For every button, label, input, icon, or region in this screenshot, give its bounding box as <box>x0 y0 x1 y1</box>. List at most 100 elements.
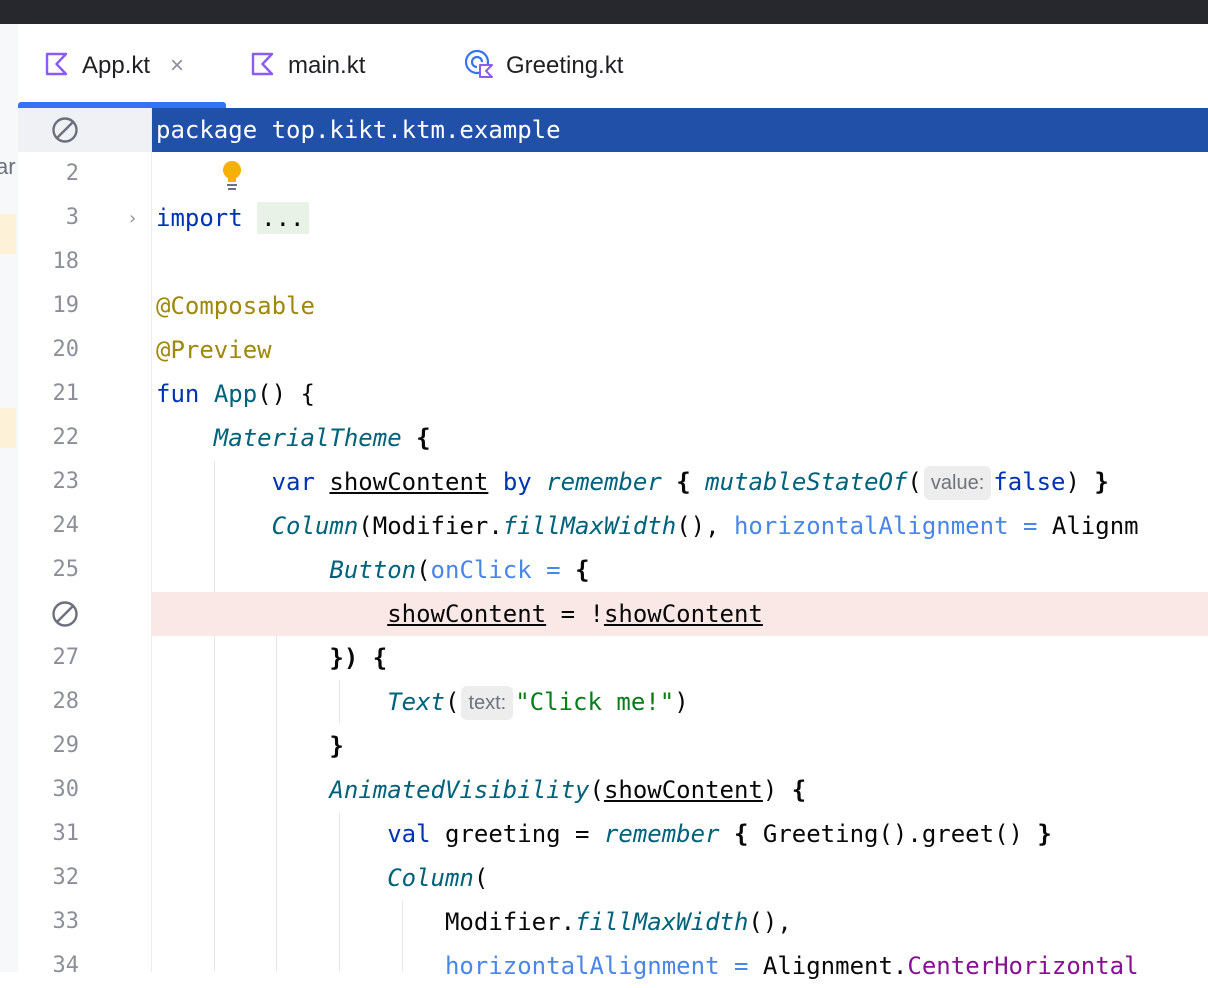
named-argument: onClick <box>430 556 532 584</box>
gutter-cell[interactable]: 32 <box>18 856 151 900</box>
gutter-cell[interactable]: 23 <box>18 460 151 504</box>
code-text[interactable]: Column( <box>156 856 488 900</box>
keyword: var <box>271 468 315 496</box>
disabled-breakpoint-icon[interactable] <box>51 116 79 144</box>
code-text[interactable]: @Preview <box>156 328 272 372</box>
keyword: val <box>387 820 431 848</box>
code-text[interactable]: Button(onClick = { <box>156 548 589 592</box>
code-line[interactable]: 22 MaterialTheme { <box>18 416 1208 460</box>
gutter-cell[interactable]: 20 <box>18 328 151 372</box>
gutter-cell[interactable]: 30 <box>18 768 151 812</box>
code-line[interactable]: 20 @Preview <box>18 328 1208 372</box>
parameter-hint: value: <box>923 466 992 500</box>
gutter-cell[interactable]: 34 <box>18 944 151 988</box>
code-line[interactable]: 27 }) { <box>18 636 1208 680</box>
left-strip-marker <box>0 408 16 448</box>
line-number: 24 <box>52 513 80 538</box>
code-text[interactable]: showContent = !showContent <box>156 592 763 636</box>
code-line[interactable]: showContent = !showContent <box>18 592 1208 636</box>
code-text[interactable]: package top.kikt.ktm.example <box>156 108 561 152</box>
lightbulb-icon[interactable] <box>218 158 246 192</box>
code-text[interactable]: }) { <box>156 636 387 680</box>
code-line[interactable]: 31 val greeting = remember { Greeting().… <box>18 812 1208 856</box>
gutter-cell[interactable]: 18 <box>18 240 151 284</box>
code-line[interactable]: 23 var showContent by remember { mutable… <box>18 460 1208 504</box>
close-icon[interactable]: × <box>170 52 184 80</box>
fold-chevron-right-icon[interactable]: › <box>129 208 136 229</box>
line-number: 22 <box>52 425 80 450</box>
token: = ! <box>546 600 604 628</box>
gutter-cell[interactable]: 19 <box>18 284 151 328</box>
code-text[interactable]: MaterialTheme { <box>156 416 431 460</box>
gutter-cell[interactable]: 28 <box>18 680 151 724</box>
code-text[interactable]: @Composable <box>156 284 315 328</box>
disabled-breakpoint-icon[interactable] <box>51 600 79 628</box>
code-text[interactable]: val greeting = remember { Greeting().gre… <box>156 812 1052 856</box>
gutter-cell[interactable]: 2 <box>18 152 151 196</box>
function-call: Column <box>387 864 474 892</box>
code-line[interactable]: 33 Modifier.fillMaxWidth(), <box>18 900 1208 944</box>
code-line[interactable]: 2 <box>18 152 1208 196</box>
folded-imports-placeholder[interactable]: ... <box>257 202 309 234</box>
code-text[interactable]: Modifier.fillMaxWidth(), <box>156 900 792 944</box>
gutter-cell[interactable]: 27 <box>18 636 151 680</box>
code-line[interactable]: 30 AnimatedVisibility(showContent) { <box>18 768 1208 812</box>
code-line[interactable]: 25 Button(onClick = { <box>18 548 1208 592</box>
gutter-cell[interactable]: 21 <box>18 372 151 416</box>
kotlin-file-icon <box>250 51 276 82</box>
gutter-cell[interactable]: 3 › <box>18 196 151 240</box>
code-line[interactable]: 24 Column(Modifier.fillMaxWidth(), horiz… <box>18 504 1208 548</box>
code-text[interactable]: horizontalAlignment = Alignment.CenterHo… <box>156 944 1139 988</box>
code-text[interactable]: } <box>156 724 343 768</box>
gutter-cell[interactable] <box>18 592 151 636</box>
gutter-cell[interactable] <box>18 108 151 152</box>
function-call: AnimatedVisibility <box>329 776 590 804</box>
code-text[interactable]: fun App() { <box>156 372 315 416</box>
gutter-cell[interactable]: 22 <box>18 416 151 460</box>
named-argument: = <box>733 952 749 980</box>
gutter-cell[interactable]: 24 <box>18 504 151 548</box>
code-line[interactable]: 19 @Composable <box>18 284 1208 328</box>
code-line[interactable]: 18 <box>18 240 1208 284</box>
code-text[interactable]: var showContent by remember { mutableSta… <box>156 460 1109 504</box>
code-text[interactable]: Text(text: "Click me!") <box>156 680 689 724</box>
variable: showContent <box>387 600 547 628</box>
code-text[interactable]: AnimatedVisibility(showContent) { <box>156 768 806 812</box>
code-line[interactable]: package top.kikt.ktm.example <box>18 108 1208 152</box>
gutter-cell[interactable]: 25 <box>18 548 151 592</box>
function-name: App <box>213 380 258 408</box>
code-text[interactable]: Column(Modifier.fillMaxWidth(), horizont… <box>156 504 1139 548</box>
code-editor[interactable]: package top.kikt.ktm.example 2 3 › impor… <box>18 108 1208 980</box>
tab-main-kt[interactable]: main.kt <box>250 24 365 108</box>
lambda-brace: } <box>1037 820 1052 848</box>
function-call: Text <box>387 688 445 716</box>
gutter-cell[interactable]: 31 <box>18 812 151 856</box>
gutter-cell[interactable]: 29 <box>18 724 151 768</box>
line-number: 31 <box>52 821 80 846</box>
code-line[interactable]: 34 horizontalAlignment = Alignment.Cente… <box>18 944 1208 988</box>
parameter-hint: text: <box>461 686 514 720</box>
code-line[interactable]: 28 Text(text: "Click me!") <box>18 680 1208 724</box>
code-line[interactable]: 21 fun App() { <box>18 372 1208 416</box>
gutter-cell[interactable]: 33 <box>18 900 151 944</box>
variable: showContent <box>329 468 489 496</box>
code-line[interactable]: 32 Column( <box>18 856 1208 900</box>
code-text[interactable]: import ... <box>156 196 309 240</box>
code-line[interactable]: 3 › import ... <box>18 196 1208 240</box>
tab-app-kt[interactable]: App.kt × <box>44 24 184 108</box>
token: () { <box>257 380 315 408</box>
named-argument: horizontalAlignment <box>444 952 720 980</box>
line-number: 27 <box>52 645 80 670</box>
token: ) <box>762 776 792 804</box>
named-argument: = <box>1022 512 1038 540</box>
tab-greeting-kt[interactable]: Greeting.kt <box>464 24 623 108</box>
code-line[interactable]: 29 } <box>18 724 1208 768</box>
